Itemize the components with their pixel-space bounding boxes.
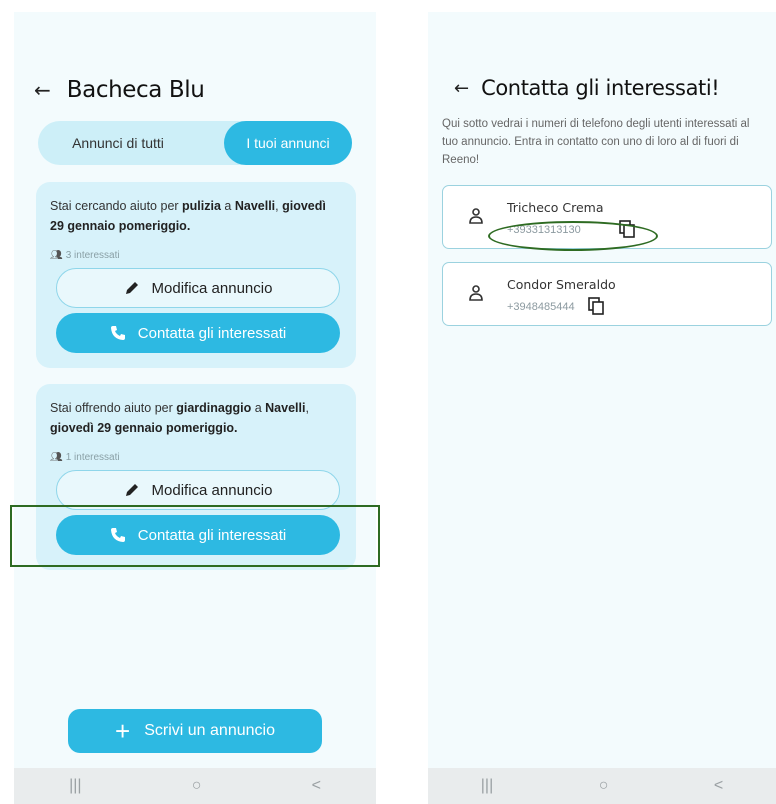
contact-interested-button[interactable]: Contatta gli interessati xyxy=(56,313,340,353)
write-ad-label: Scrivi un annuncio xyxy=(144,722,275,739)
tab-switcher: Annunci di tutti I tuoi annunci xyxy=(38,121,352,165)
ad-service: pulizia xyxy=(182,199,221,213)
interested-count: 👥︎ 3 interessati xyxy=(50,250,120,261)
ad-card: Stai cercando aiuto per pulizia a Navell… xyxy=(36,182,356,368)
ad-when: giovedì 29 gennaio pomeriggio. xyxy=(50,421,238,435)
plus-icon: + xyxy=(115,716,131,746)
recents-icon[interactable]: ||| xyxy=(481,777,493,795)
ad-place: Navelli xyxy=(234,199,276,213)
interested-label: 3 interessati xyxy=(65,250,120,261)
contact-name: Condor Smeraldo xyxy=(507,277,616,292)
people-icon: 👥︎ xyxy=(50,250,63,261)
ad-description: Stai cercando aiuto per pulizia a Navell… xyxy=(50,196,342,236)
app-bar: ← Bacheca Blu xyxy=(14,70,376,110)
back-arrow-icon[interactable]: ← xyxy=(454,78,469,99)
page-title: Contatta gli interessati! xyxy=(481,76,720,100)
person-icon xyxy=(469,208,483,229)
highlight-rectangle-annotation xyxy=(10,505,380,567)
interested-label: 1 interessati xyxy=(65,452,120,463)
home-icon[interactable]: ○ xyxy=(192,777,202,795)
contact-card: Condor Smeraldo +3948485444 xyxy=(442,262,772,326)
back-nav-icon[interactable]: < xyxy=(714,777,723,795)
contact-phone: +3948485444 xyxy=(507,301,575,313)
ad-text-pre: Stai offrendo aiuto per xyxy=(50,401,177,415)
edit-ad-button[interactable]: Modifica annuncio xyxy=(56,268,340,308)
ad-text-sep: , xyxy=(305,401,309,415)
edit-ad-label: Modifica annuncio xyxy=(151,481,273,499)
screen-contacts: ← Contatta gli interessati! Qui sotto ve… xyxy=(428,12,776,804)
back-arrow-icon[interactable]: ← xyxy=(34,78,51,102)
pencil-icon xyxy=(124,280,140,296)
ad-place: Navelli xyxy=(265,401,306,415)
ad-description: Stai offrendo aiuto per giardinaggio a N… xyxy=(50,398,342,438)
ad-text-mid: a xyxy=(220,199,235,213)
person-icon xyxy=(469,285,483,306)
edit-ad-label: Modifica annuncio xyxy=(151,279,273,297)
people-icon: 👥︎ xyxy=(50,452,63,463)
pencil-icon xyxy=(124,482,140,498)
copy-icon[interactable] xyxy=(588,297,604,320)
highlight-ellipse-annotation xyxy=(488,221,658,251)
screen-bacheca: ← Bacheca Blu Annunci di tutti I tuoi an… xyxy=(14,12,376,804)
ad-service: giardinaggio xyxy=(176,401,252,415)
write-ad-button[interactable]: + Scrivi un annuncio xyxy=(68,709,322,753)
interested-count: 👥︎ 1 interessati xyxy=(50,452,120,463)
ad-text-mid: a xyxy=(251,401,266,415)
contact-interested-label: Contatta gli interessati xyxy=(137,324,287,342)
app-bar: ← Contatta gli interessati! xyxy=(428,68,776,108)
recents-icon[interactable]: ||| xyxy=(69,777,81,795)
contact-name: Tricheco Crema xyxy=(507,200,604,215)
page-title: Bacheca Blu xyxy=(66,77,205,103)
system-navbar: ||| ○ < xyxy=(14,768,376,804)
phone-icon xyxy=(110,325,126,341)
ad-text-pre: Stai cercando aiuto per xyxy=(50,199,183,213)
tab-my-ads[interactable]: I tuoi annunci xyxy=(224,121,352,165)
contacts-description: Qui sotto vedrai i numeri di telefono de… xyxy=(442,118,750,166)
system-navbar: ||| ○ < xyxy=(428,768,776,804)
edit-ad-button[interactable]: Modifica annuncio xyxy=(56,470,340,510)
back-nav-icon[interactable]: < xyxy=(312,777,321,795)
home-icon[interactable]: ○ xyxy=(599,777,609,795)
tab-all-ads[interactable]: Annunci di tutti xyxy=(38,121,198,165)
